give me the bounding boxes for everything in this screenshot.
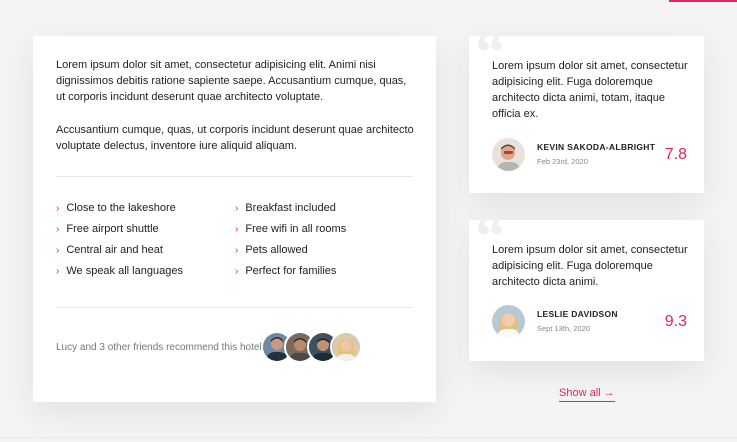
amenity-item: › Pets allowed	[235, 244, 308, 256]
amenity-item: › Perfect for families	[235, 265, 337, 277]
chevron-right-icon: ›	[56, 224, 60, 235]
amenity-item: › Free airport shuttle	[56, 223, 159, 235]
chevron-right-icon: ›	[235, 266, 239, 277]
amenity-item: › We speak all languages	[56, 265, 183, 277]
avatar	[492, 138, 525, 171]
reviewer-name: KEVIN SAKODA-ALBRIGHT	[537, 142, 656, 152]
review-text: Lorem ipsum dolor sit amet, consectetur …	[492, 244, 688, 288]
divider	[56, 307, 413, 308]
review-card: “ Lorem ipsum dolor sit amet, consectetu…	[469, 206, 704, 361]
review-text: Lorem ipsum dolor sit amet, consectetur …	[492, 60, 688, 120]
chevron-right-icon: ›	[235, 224, 239, 235]
review-card: “ Lorem ipsum dolor sit amet, consectetu…	[469, 22, 704, 193]
amenity-item: › Breakfast included	[235, 202, 336, 214]
top-accent-bar	[669, 0, 737, 2]
divider	[0, 437, 737, 438]
amenity-item: › Close to the lakeshore	[56, 202, 176, 214]
hotel-description-card: Lorem ipsum dolor sit amet, consectetur …	[33, 36, 436, 402]
chevron-right-icon: ›	[235, 245, 239, 256]
show-all-link[interactable]: Show all →	[559, 387, 615, 402]
review-score: 7.8	[664, 146, 687, 163]
amenity-item: › Central air and heat	[56, 244, 163, 256]
friends-recommendation: Lucy and 3 other friends recommend this …	[56, 331, 416, 363]
review-score: 9.3	[664, 313, 687, 330]
reviewer: KEVIN SAKODA-ALBRIGHT Feb 23rd, 2020 7.8	[492, 138, 687, 172]
description-paragraph-1: Lorem ipsum dolor sit amet, consectetur …	[56, 59, 407, 103]
friends-text: Lucy and 3 other friends recommend this …	[56, 342, 265, 353]
chevron-right-icon: ›	[56, 266, 60, 277]
avatar	[492, 305, 525, 338]
avatar[interactable]	[330, 331, 362, 363]
chevron-right-icon: ›	[56, 203, 60, 214]
review-date: Feb 23rd, 2020	[537, 157, 588, 166]
description-paragraph-2: Accusantium cumque, quas, ut corporis in…	[56, 124, 414, 152]
divider	[56, 176, 413, 177]
chevron-right-icon: ›	[235, 203, 239, 214]
reviewer-name: LESLIE DAVIDSON	[537, 309, 618, 319]
amenity-item: › Free wifi in all rooms	[235, 223, 347, 235]
chevron-right-icon: ›	[56, 245, 60, 256]
review-date: Sept 13th, 2020	[537, 324, 590, 333]
reviewer: LESLIE DAVIDSON Sept 13th, 2020 9.3	[492, 305, 687, 339]
